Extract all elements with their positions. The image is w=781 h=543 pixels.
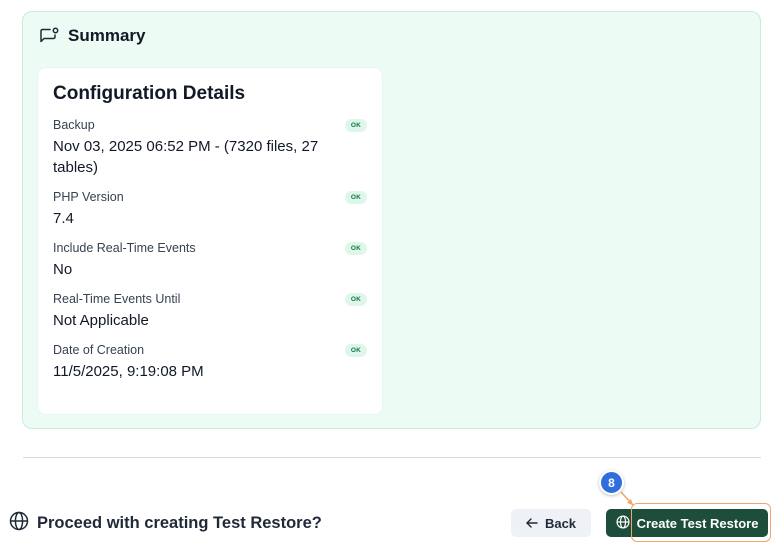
detail-label: Include Real-Time Events: [53, 241, 196, 255]
detail-include-real-time-events: Include Real-Time Events OK No: [53, 240, 367, 280]
detail-value: 11/5/2025, 9:19:08 PM: [53, 363, 204, 380]
arrow-left-icon: [526, 516, 538, 531]
ok-badge: OK: [344, 118, 367, 132]
detail-value: Nov 03, 2025 06:52 PM - (7320 files, 27 …: [53, 138, 319, 176]
create-button-label: Create Test Restore: [636, 515, 759, 531]
detail-date-of-creation: Date of Creation OK 11/5/2025, 9:19:08 P…: [53, 342, 367, 382]
globe-icon: [9, 511, 29, 536]
divider: [23, 457, 761, 458]
detail-value: 7.4: [53, 210, 74, 227]
step-marker: 8: [599, 470, 624, 495]
proceed-text: Proceed with creating Test Restore?: [37, 514, 322, 532]
back-button-label: Back: [544, 515, 577, 531]
proceed-prompt: Proceed with creating Test Restore?: [9, 511, 322, 536]
detail-backup: Backup OK Nov 03, 2025 06:52 PM - (7320 …: [53, 117, 367, 178]
detail-php-version: PHP Version OK 7.4: [53, 189, 367, 229]
detail-label: PHP Version: [53, 190, 124, 204]
detail-label: Real-Time Events Until: [53, 292, 181, 306]
detail-label: Backup: [53, 118, 95, 132]
message-square-icon: [39, 27, 60, 46]
back-button[interactable]: Back: [511, 509, 591, 537]
summary-panel: Summary Configuration Details Backup OK …: [22, 11, 761, 429]
config-title: Configuration Details: [53, 83, 246, 104]
ok-badge: OK: [344, 343, 367, 357]
ok-badge: OK: [344, 292, 367, 306]
detail-value: No: [53, 261, 73, 278]
configuration-details-card: Configuration Details Backup OK Nov 03, …: [38, 68, 382, 414]
ok-badge: OK: [344, 190, 367, 204]
ok-badge: OK: [344, 241, 367, 255]
create-test-restore-button[interactable]: Create Test Restore: [606, 509, 768, 537]
detail-value: Not Applicable: [53, 312, 149, 329]
summary-header: Summary: [39, 26, 145, 46]
summary-title: Summary: [68, 26, 146, 45]
globe-icon: [616, 514, 630, 532]
detail-label: Date of Creation: [53, 343, 145, 357]
detail-real-time-events-until: Real-Time Events Until OK Not Applicable: [53, 291, 367, 331]
